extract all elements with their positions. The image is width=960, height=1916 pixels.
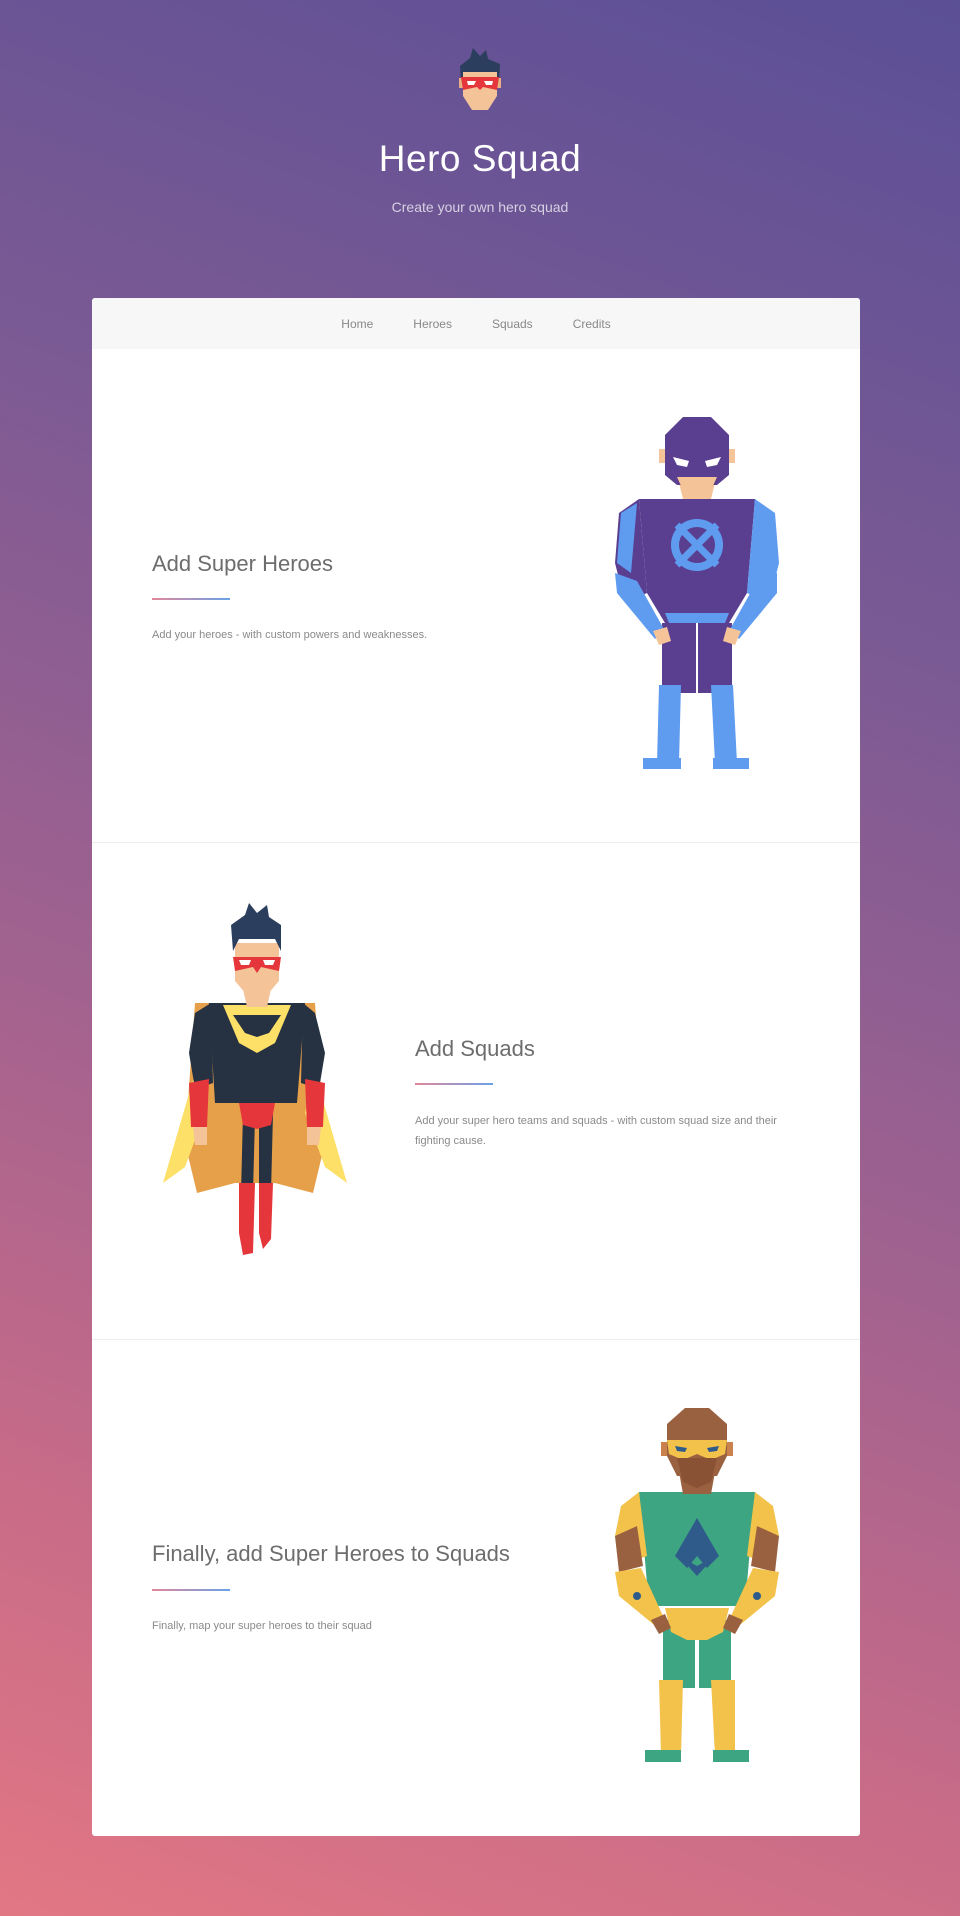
nav-item-credits[interactable]: Credits [573,317,611,331]
nav-item-home[interactable]: Home [341,317,373,331]
site-header: Hero Squad Create your own hero squad [0,0,960,298]
nav-bar: Home Heroes Squads Credits [92,298,860,349]
section-add-squads: Add Squads Add your super hero teams and… [92,843,860,1340]
section-title: Finally, add Super Heroes to Squads [152,1541,510,1566]
section-title: Add Super Heroes [152,551,333,576]
section-description: Finally, map your super heroes to their … [152,1620,372,1632]
site-tagline: Create your own hero squad [391,199,569,215]
purple-hero-illustration [615,417,779,769]
section-description: Add your heroes - with custom powers and… [152,629,428,641]
section-divider [152,598,230,600]
caped-hero-illustration [163,903,347,1255]
section-divider [415,1083,493,1085]
section-divider [152,1589,230,1591]
section-map-heroes: Finally, add Super Heroes to Squads Fina… [92,1340,860,1836]
section-title: Add Squads [415,1036,535,1061]
nav-item-heroes[interactable]: Heroes [413,317,452,331]
main-card: Home Heroes Squads Credits Add Super Her… [92,298,860,1836]
section-description: Add your super hero teams and squads - w… [415,1115,777,1147]
green-hero-illustration [615,1408,779,1762]
nav-item-squads[interactable]: Squads [492,317,533,331]
site-title: Hero Squad [378,138,582,179]
hero-logo-icon [459,48,501,110]
section-add-heroes: Add Super Heroes Add your heroes - with … [92,349,860,843]
